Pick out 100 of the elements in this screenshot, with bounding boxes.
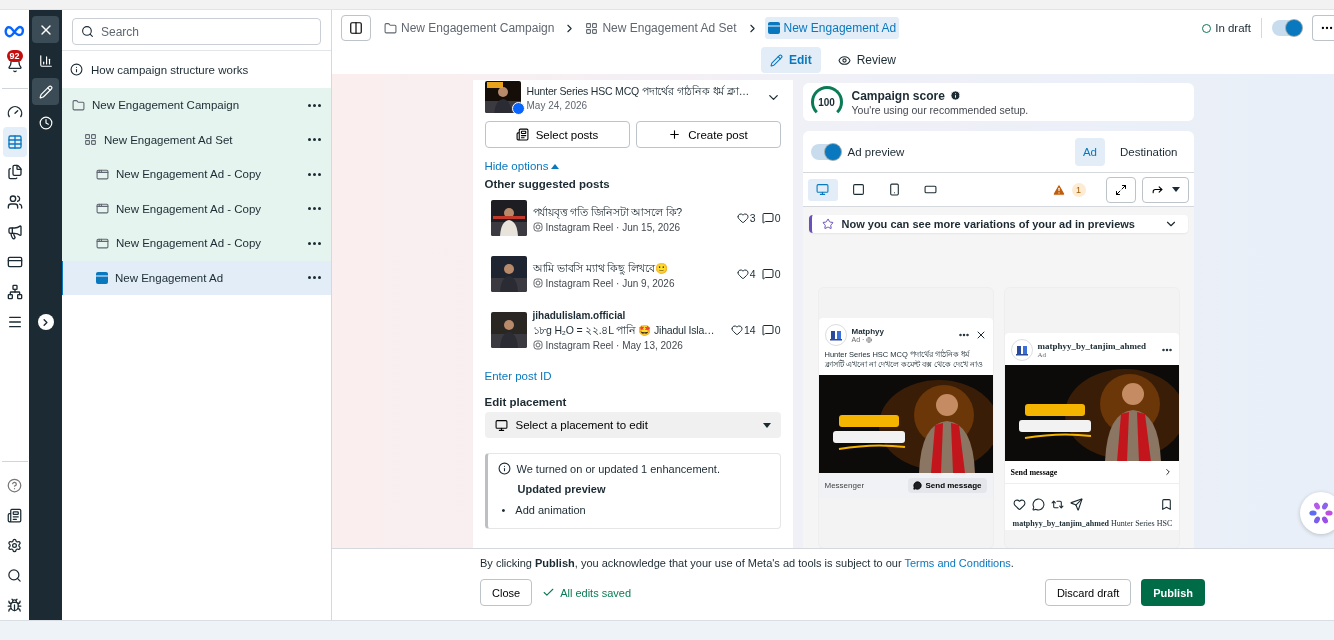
post-meta: Instagram Reel · Jun 15, 2026 [545,221,681,233]
instagram-icon [532,340,543,350]
comment-count: 0 [774,212,781,224]
hide-options-link[interactable]: Hide options [484,160,560,172]
tool-button[interactable] [32,78,59,105]
post-meta: Instagram Reel · Jun 9, 2026 [545,277,675,289]
suggested-post[interactable]: আমি ভাবসি ম্যাথ কিছু লিখবে🙂 Instagram Reel · Jun 9, 2026 4 0 [484,246,781,302]
breadcrumb-item[interactable]: New Engagement Ad [764,17,900,39]
expand-button[interactable] [1105,176,1136,203]
table-icon [6,134,23,150]
more-button[interactable] [308,138,321,142]
section-heading: Other suggested posts [484,178,611,190]
tree-item-label: New Engagement Campaign [92,99,241,112]
tree-item[interactable]: New Engagement Ad - Copy [62,157,331,192]
more-button[interactable] [308,276,321,280]
account-name: matphyy_by_tanjim_ahmed [1037,341,1147,351]
caret-down-icon [762,422,771,428]
card-icon [6,254,23,270]
phone-icon [888,183,901,196]
enter-post-id-link[interactable]: Enter post ID [484,370,552,382]
field-label: Edit placement [484,396,568,408]
eye-icon [837,53,851,67]
breadcrumb-item[interactable]: New Engagement Ad Set [582,17,740,39]
share-icon [1150,183,1164,196]
preview-tab[interactable]: Destination [1111,137,1186,166]
toggle-switch[interactable] [1272,20,1302,36]
tree-item-label: New Engagement Ad [115,271,225,284]
notification-badge: 92 [6,50,23,62]
expand-icon [1114,183,1127,196]
search-icon [81,25,94,38]
post-meta: Instagram Reel · May 13, 2026 [545,339,683,351]
expand-button[interactable] [37,314,54,330]
toggle-switch[interactable] [810,143,841,160]
mode-tab[interactable]: Review [828,47,905,73]
grid-icon [84,133,97,147]
tree-item[interactable]: New Engagement Campaign [62,88,331,123]
comment-icon [761,268,774,280]
help-link[interactable]: How campaign structure works [91,63,249,76]
more-icon [308,172,321,176]
more-icon [308,241,321,245]
tree-item-label: New Engagement Ad - Copy [116,202,263,215]
plus-icon [668,128,682,141]
panel-toggle-button[interactable] [341,15,371,41]
notice-heading: Updated preview [516,483,607,495]
close-button[interactable] [32,16,59,43]
score-subtitle: You're using our recommended setup. [851,103,1029,116]
window-icon [96,167,109,181]
placement-select[interactable]: Select a placement to edit [484,412,781,438]
assistant-icon [1308,500,1334,526]
more-button[interactable] [308,103,321,107]
preview-tab[interactable]: Ad [1074,137,1105,166]
suggested-post[interactable]: পর্যায়বৃত্ত গতি জিনিসটা আসলে কি? Instagram Reel · Jun 15, 2026 3 0 [484,190,781,246]
more-button[interactable] [308,207,321,211]
post-icon [515,128,529,141]
tree-item-label: New Engagement Ad Set [104,133,234,146]
select-posts-button[interactable]: Select posts [484,121,630,148]
warning-icon [1051,182,1066,197]
breadcrumb-item[interactable]: New Engagement Campaign [381,17,558,39]
info-banner[interactable]: Now you can see more variations of your ad in previews [808,215,1188,233]
tree-item[interactable]: New Engagement Ad - Copy [62,226,331,261]
send-message-button[interactable]: Send message [908,478,987,494]
comment-icon [761,212,774,224]
share-button[interactable] [1141,176,1189,203]
post-date: May 24, 2026 [526,100,588,111]
assistant-button[interactable] [1300,492,1334,534]
mode-tab[interactable]: Edit [761,47,821,73]
send-icon [1069,498,1083,511]
like-count: 3 [749,212,756,224]
logo-icon [3,24,26,38]
folder-icon [72,98,85,112]
more-button[interactable] [308,241,321,245]
discard-draft-button[interactable]: Discard draft [1044,579,1132,606]
gauge-icon [6,104,23,120]
network-icon [6,284,23,300]
terms-link[interactable]: Terms and Conditions [904,557,1011,569]
bug-icon [7,597,22,613]
publish-button[interactable]: Publish [1141,579,1205,606]
post-title: আমি ভাবসি ম্যাথ কিছু লিখবে🙂 [532,260,669,277]
tree-item[interactable]: New Engagement Ad Set [62,122,331,157]
heart-icon [736,212,749,224]
bar-chart-icon [38,53,53,68]
suggested-post[interactable]: jihadulislam.official ১৮g H₂O = ২২.৪L পানি 🤩 Jihadul Isla… Instagram Reel · May 13, 2026 14 0 [484,302,781,358]
more-icon [308,276,321,280]
score-title: Campaign score [851,88,945,103]
search-field[interactable]: Search [72,18,321,45]
info-icon [497,462,511,475]
tree-item[interactable]: New Engagement Ad - Copy [62,191,331,226]
more-button[interactable] [308,172,321,176]
tree-item[interactable]: New Engagement Ad [62,260,331,295]
like-count: 14 [743,324,756,336]
post-title: পর্যায়বৃত্ত গতি জিনিসটা আসলে কি? [532,204,683,221]
info-icon [949,90,961,101]
monitor-icon [494,418,508,432]
post-title: Hunter Series HSC MCQ পদার্থের গাঠনিক ধর্ম ক্লা… [526,84,749,99]
close-button[interactable]: Close [480,579,533,606]
newspaper-icon [7,507,22,523]
post-author: jihadulislam.official [532,309,626,321]
star-icon [821,218,834,230]
create-post-button[interactable]: Create post [635,121,781,148]
caret-up-icon [551,163,560,169]
